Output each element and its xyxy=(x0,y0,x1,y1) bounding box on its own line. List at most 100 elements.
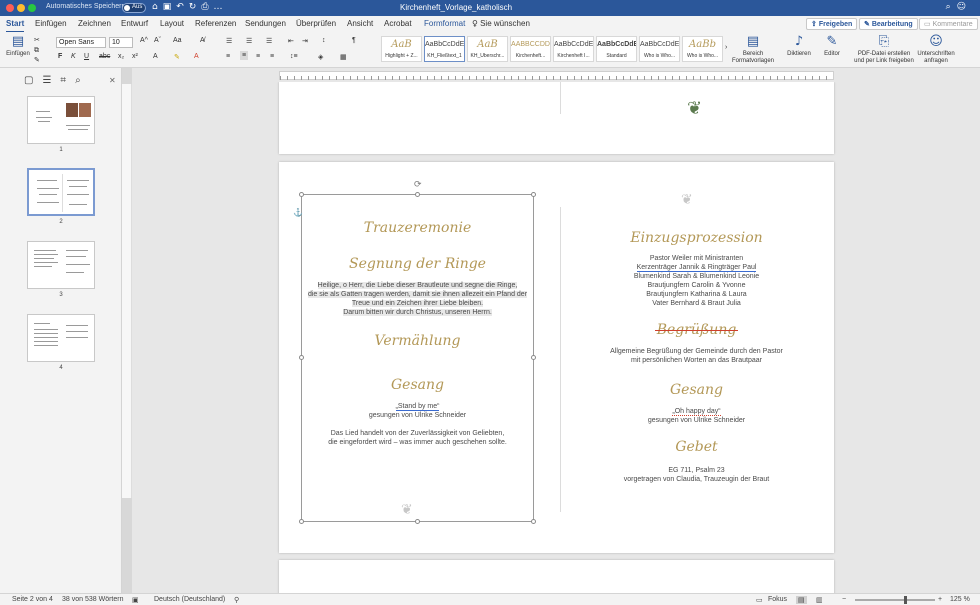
subscript-icon[interactable]: x₂ xyxy=(118,53,124,60)
paste-button[interactable]: ▤ Einfügen xyxy=(4,35,32,58)
bold-icon[interactable]: F xyxy=(58,53,62,60)
focus-mode[interactable]: Fokus xyxy=(768,596,787,603)
zoom-level[interactable]: 125 % xyxy=(950,596,970,603)
justify-icon[interactable]: ≡ xyxy=(270,53,274,60)
style-ueberschrift[interactable]: AaB KH_Überschr... xyxy=(467,36,508,62)
resize-handle[interactable] xyxy=(531,519,536,524)
style-standard[interactable]: AaBbCcDdEe Standard xyxy=(596,36,637,62)
resize-handle[interactable] xyxy=(415,519,420,524)
align-left-icon[interactable]: ≡ xyxy=(226,53,230,60)
borders-icon[interactable]: ▦ xyxy=(340,53,347,61)
tab-sendungen[interactable]: Sendungen xyxy=(245,19,286,28)
style-highlight[interactable]: AaB Highlight + Z... xyxy=(381,36,422,62)
share-button[interactable]: ⇪ Freigeben xyxy=(806,18,858,30)
resize-handle[interactable] xyxy=(299,519,304,524)
comments-button[interactable]: ▭ Kommentare xyxy=(919,18,978,30)
tab-ansicht[interactable]: Ansicht xyxy=(347,19,373,28)
shading-icon[interactable]: ◈ xyxy=(318,53,323,61)
zoom-slider[interactable] xyxy=(855,599,935,601)
page-thumbnail-2[interactable] xyxy=(27,168,95,216)
autosave-toggle[interactable]: Aus xyxy=(122,3,146,13)
dictate-button[interactable]: ♪ Diktieren xyxy=(784,35,814,58)
page-3 xyxy=(279,560,834,593)
style-pane-button[interactable]: ▤ Bereich Formatvorlagen xyxy=(730,35,776,65)
pilcrow-icon[interactable]: ¶ xyxy=(352,37,356,44)
request-signatures-button[interactable]: ☺ Unterschriften anfragen xyxy=(916,35,956,65)
strikethrough-icon[interactable]: abc xyxy=(99,53,110,60)
tab-formformat[interactable]: Formformat xyxy=(424,19,465,28)
minimize-window-button[interactable] xyxy=(17,4,25,12)
style-kirchenheft-caps[interactable]: AABBCCDD Kirchenheft... xyxy=(510,36,551,62)
tab-zeichnen[interactable]: Zeichnen xyxy=(78,19,111,28)
word-count[interactable]: 38 von 538 Wörtern xyxy=(62,596,123,603)
line-spacing-icon[interactable]: ↕≡ xyxy=(290,53,298,60)
editing-button[interactable]: ✎ Bearbeitung xyxy=(859,18,918,30)
language[interactable]: Deutsch (Deutschland) xyxy=(154,596,225,603)
zoom-window-button[interactable] xyxy=(28,4,36,12)
clear-format-icon[interactable]: A̸ xyxy=(200,37,205,44)
print-layout-icon[interactable]: ▤ xyxy=(796,596,807,604)
resize-handle[interactable] xyxy=(531,192,536,197)
multilevel-list-icon[interactable]: ☰ xyxy=(266,37,272,45)
tab-einfuegen[interactable]: Einfügen xyxy=(35,19,67,28)
horizontal-ruler[interactable] xyxy=(279,71,834,80)
style-fliesstext[interactable]: AaBbCcDdEe KH_Fließtext_1 xyxy=(424,36,465,62)
align-right-icon[interactable]: ≡ xyxy=(256,53,260,60)
bullets-icon[interactable]: ☰ xyxy=(226,37,232,45)
grow-font-icon[interactable]: A^ xyxy=(140,37,148,44)
shrink-font-icon[interactable]: Aˇ xyxy=(154,37,161,44)
numbering-icon[interactable]: ☰ xyxy=(246,37,252,45)
nav-pane-tools[interactable]: ▢☰⌗⌕ xyxy=(24,75,90,86)
format-painter-icon[interactable]: ✎ xyxy=(34,56,40,64)
page-thumbnail-4[interactable] xyxy=(27,314,95,362)
change-case-icon[interactable]: Aa xyxy=(173,37,182,44)
focus-icon[interactable]: ▭ xyxy=(756,596,763,604)
copy-icon[interactable]: ⧉ xyxy=(34,46,39,55)
style-label: Standard xyxy=(606,53,627,59)
accessibility-icon[interactable]: ⚲ xyxy=(234,596,239,604)
zoom-out-icon[interactable]: − xyxy=(842,596,846,603)
superscript-icon[interactable]: x² xyxy=(132,53,138,60)
create-pdf-button[interactable]: ⎘ PDF-Datei erstellen und per Link freige… xyxy=(852,35,916,65)
page-thumbnail-3[interactable] xyxy=(27,241,95,289)
text-effects-icon[interactable]: A xyxy=(153,53,158,60)
italic-icon[interactable]: K xyxy=(71,53,76,60)
tab-acrobat[interactable]: Acrobat xyxy=(384,19,412,28)
font-size-select[interactable]: 10 xyxy=(109,37,133,48)
styles-more-icon[interactable]: › xyxy=(725,44,727,51)
editor-button[interactable]: ✎ Editor xyxy=(818,35,846,58)
tab-entwurf[interactable]: Entwurf xyxy=(121,19,148,28)
title-right-icons[interactable]: ⌕☺ xyxy=(946,2,972,12)
resize-handle[interactable] xyxy=(299,192,304,197)
zoom-slider-handle[interactable] xyxy=(904,596,907,604)
document-canvas[interactable]: ❦ ⟳ ⚓ Trauzeremonie Segnung der Ringe He… xyxy=(132,82,980,593)
page-thumbnail-1[interactable] xyxy=(27,96,95,144)
font-name-select[interactable]: Open Sans xyxy=(56,37,106,48)
align-center-icon[interactable]: ≡ xyxy=(240,51,249,60)
font-color-icon[interactable]: A xyxy=(194,53,199,60)
rotate-handle-icon[interactable]: ⟳ xyxy=(414,179,422,190)
close-window-button[interactable] xyxy=(6,4,14,12)
tab-referenzen[interactable]: Referenzen xyxy=(195,19,236,28)
style-who-is-who-1[interactable]: AaBbCcDdEe Who is Who... xyxy=(639,36,680,62)
zoom-in-icon[interactable]: + xyxy=(938,596,942,603)
highlight-icon[interactable]: ✎ xyxy=(174,53,180,61)
decrease-indent-icon[interactable]: ⇤ xyxy=(288,37,294,45)
increase-indent-icon[interactable]: ⇥ xyxy=(302,37,308,45)
quick-access-toolbar[interactable]: ⌂▣↶↻⎙… xyxy=(152,2,228,12)
style-who-is-who-2[interactable]: AaBb Who is Who... xyxy=(682,36,723,62)
page-count[interactable]: Seite 2 von 4 xyxy=(12,596,53,603)
cut-icon[interactable]: ✂ xyxy=(34,36,40,44)
tab-ueberpruefen[interactable]: Überprüfen xyxy=(296,19,336,28)
sort-icon[interactable]: ↕ xyxy=(322,37,326,44)
style-kirchenheft[interactable]: AaBbCcDdE Kirchenheft I... xyxy=(553,36,594,62)
tab-tell-me[interactable]: ♀ Sie wünschen xyxy=(472,19,530,28)
underline-icon[interactable]: U xyxy=(84,53,89,60)
resize-handle[interactable] xyxy=(415,192,420,197)
blessing-text[interactable]: Heilige, o Herr, die Liebe dieser Brautl… xyxy=(301,281,534,317)
close-icon[interactable]: ✕ xyxy=(109,76,116,85)
proofing-icon[interactable]: ▣ xyxy=(132,596,139,604)
web-layout-icon[interactable]: ▥ xyxy=(816,596,823,604)
tab-start[interactable]: Start xyxy=(6,19,25,33)
tab-layout[interactable]: Layout xyxy=(160,19,184,28)
